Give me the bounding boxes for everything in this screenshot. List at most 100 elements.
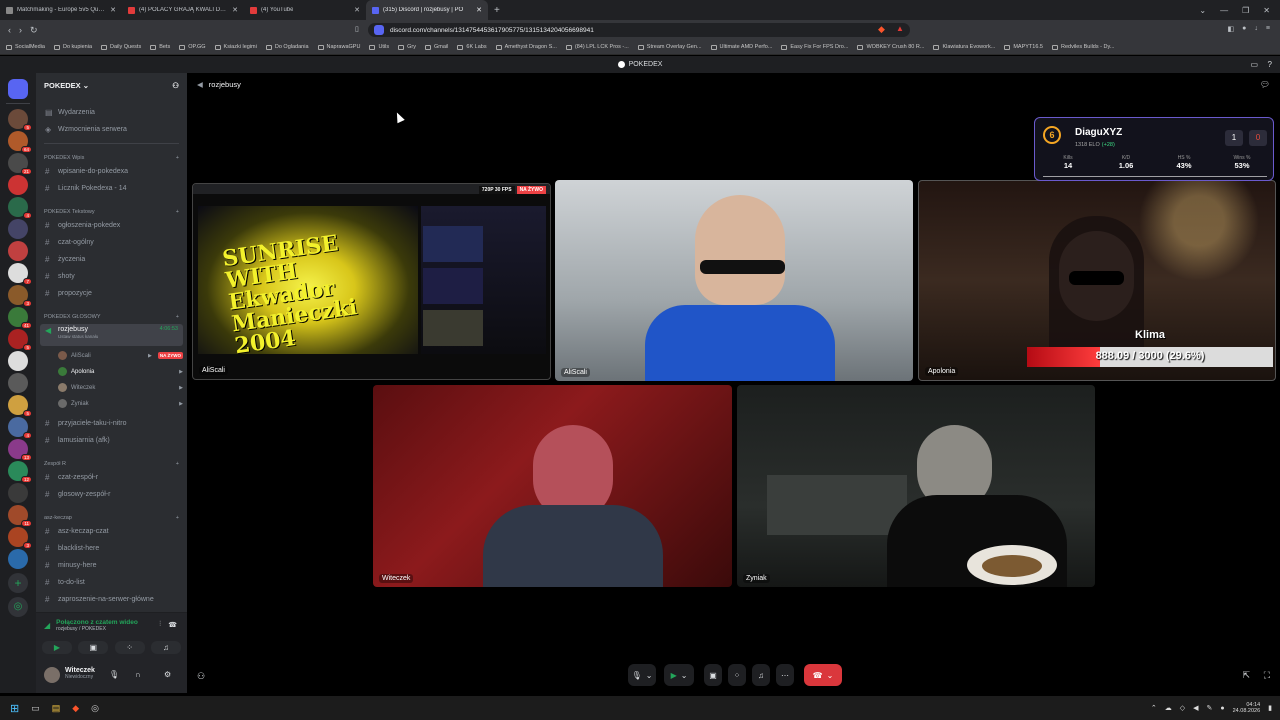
add-server-icon[interactable]: + xyxy=(8,573,28,593)
bookmark-item[interactable]: SocialMedia xyxy=(6,44,45,50)
server-icon[interactable]: 64 xyxy=(8,131,32,153)
text-channel[interactable]: # czat-ogólny xyxy=(40,235,183,250)
avatar[interactable] xyxy=(44,667,60,683)
voice-member[interactable]: Apolonia ▶ xyxy=(58,365,183,378)
add-channel-icon[interactable]: + xyxy=(176,209,179,215)
add-channel-icon[interactable]: + xyxy=(176,314,179,320)
server-icon[interactable]: 3 xyxy=(8,285,32,307)
bookmark-item[interactable]: Daily Quests xyxy=(101,44,141,50)
reload-icon[interactable]: ↻ xyxy=(30,25,38,36)
server-icon[interactable]: 4 xyxy=(8,417,32,439)
server-icon[interactable] xyxy=(8,175,28,195)
microphone-icon[interactable]: 🎙︎ xyxy=(109,670,119,679)
bookmark-item[interactable]: (84) LPL LCK Pros -... xyxy=(565,44,629,50)
minimize-button[interactable]: — xyxy=(1220,6,1228,15)
chevron-up-icon[interactable]: ⌃ xyxy=(1151,704,1157,712)
text-channel[interactable]: # wpisanie-do-pokedexa xyxy=(40,164,183,179)
chevron-down-icon[interactable]: ⌄ xyxy=(681,671,688,680)
voice-member[interactable]: AliScali ▶ NA ŻYWO xyxy=(58,349,183,362)
text-channel[interactable]: # ogłoszenia-pokedex xyxy=(40,218,183,233)
events-item[interactable]: ▤ Wydarzenia xyxy=(40,105,183,120)
bookmark-item[interactable]: Ultimate AMD Perfo... xyxy=(710,44,772,50)
windows-start-icon[interactable]: ⊞ xyxy=(10,702,19,715)
text-channel[interactable]: # lamusiarnia (afk) xyxy=(40,433,183,448)
category-header[interactable]: asz-keczap + xyxy=(44,515,179,521)
address-bar[interactable]: discord.com/channels/1314754453617905775… xyxy=(368,23,910,37)
bookmark-item[interactable]: Amethyst Dragon S... xyxy=(495,44,557,50)
screen-share-button[interactable]: ▣ xyxy=(78,641,109,654)
boosts-item[interactable]: ◈ Wzmocnienia serwera xyxy=(40,122,183,137)
server-icon[interactable] xyxy=(8,549,28,569)
server-icon[interactable]: 11 xyxy=(8,505,32,527)
camera-button[interactable]: ▶ xyxy=(42,641,72,654)
server-icon[interactable]: 7 xyxy=(8,263,32,285)
add-channel-icon[interactable]: + xyxy=(176,155,179,161)
headphones-icon[interactable]: ∩ xyxy=(135,670,141,679)
server-icon[interactable] xyxy=(8,241,28,261)
file-explorer-icon[interactable]: ▤ xyxy=(52,703,61,714)
video-tile[interactable]: Zyniak xyxy=(737,385,1095,587)
activities-button[interactable]: ⁘ xyxy=(114,641,145,654)
close-icon[interactable]: ✕ xyxy=(476,6,482,14)
category-header[interactable]: POKEDEX Tekstowy + xyxy=(44,209,179,215)
soundboard-icon[interactable]: ⚇ xyxy=(197,671,205,682)
fullscreen-icon[interactable]: ⛶ xyxy=(1264,670,1270,681)
add-channel-icon[interactable]: + xyxy=(176,515,179,521)
chevron-down-icon[interactable]: ⌄ xyxy=(827,671,834,680)
bookmark-item[interactable]: Gry xyxy=(398,44,416,50)
new-tab-button[interactable]: + xyxy=(488,5,506,16)
text-channel[interactable]: # to-do-list xyxy=(40,575,183,590)
category-header[interactable]: POKEDEX GŁOSOWY + xyxy=(44,314,179,320)
profile-icon[interactable]: ● xyxy=(1242,25,1246,33)
site-info-icon[interactable] xyxy=(374,25,384,35)
server-icon[interactable]: 5 xyxy=(8,395,32,417)
download-icon[interactable]: ↓ xyxy=(1254,25,1258,33)
text-channel[interactable]: # minusy-here xyxy=(40,558,183,573)
browser-tab-active[interactable]: (315) Discord | rozjebusy | PO ✕ xyxy=(366,0,488,20)
discord-taskbar-icon[interactable]: ◎ xyxy=(91,703,99,714)
camera-toggle[interactable]: ▶ ⌄ xyxy=(664,664,694,686)
close-icon[interactable]: ✕ xyxy=(232,6,238,14)
soundboard-button[interactable]: ♫ xyxy=(150,641,181,654)
bookmark-item[interactable]: Utils xyxy=(369,44,389,50)
close-icon[interactable]: ✕ xyxy=(354,6,360,14)
add-channel-icon[interactable]: + xyxy=(176,461,179,467)
voice-member[interactable]: Zyniak ▶ xyxy=(58,397,183,410)
window-close-button[interactable]: ✕ xyxy=(1263,6,1270,15)
server-icon[interactable] xyxy=(8,373,28,393)
pen-icon[interactable]: ✎ xyxy=(1207,704,1213,712)
maximize-button[interactable]: ❐ xyxy=(1242,6,1249,15)
voice-member[interactable]: Witeczek ▶ xyxy=(58,381,183,394)
bookmark-item[interactable]: NaprawaGPU xyxy=(317,44,360,50)
signal-icon[interactable]: ◢ xyxy=(44,621,50,630)
category-header[interactable]: POKEDEX Wpis + xyxy=(44,155,179,161)
server-icon[interactable]: 13 xyxy=(8,439,32,461)
text-channel[interactable]: # Licznik Pokedexa - 14 xyxy=(40,181,183,196)
browser-tab[interactable]: Matchmaking - Europe 5v5 Queue ✕ xyxy=(0,0,122,20)
noise-suppression-icon[interactable]: ⫶ xyxy=(159,621,161,629)
bookmark-item[interactable]: Do Ogladania xyxy=(265,44,309,50)
server-icon[interactable] xyxy=(8,351,28,371)
bookmark-item[interactable]: Stream Overlay Gen... xyxy=(637,44,702,50)
settings-gear-icon[interactable]: ⚙ xyxy=(164,670,171,679)
add-member-icon[interactable]: ⚇ xyxy=(172,81,179,90)
chevron-down-icon[interactable]: ⌄ xyxy=(646,671,653,680)
bookmark-item[interactable]: Klawiatura Evowork... xyxy=(933,44,995,50)
bookmark-item[interactable]: Bets xyxy=(150,44,170,50)
server-icon[interactable]: 21 xyxy=(8,153,32,175)
help-icon[interactable]: ? xyxy=(1268,60,1272,69)
browser-tab[interactable]: (4) YouTube ✕ xyxy=(244,0,366,20)
disconnect-icon[interactable]: ☎ xyxy=(168,621,177,629)
forward-icon[interactable]: › xyxy=(19,25,22,36)
video-tile[interactable]: Witeczek xyxy=(373,385,732,587)
text-channel[interactable]: # życzenia xyxy=(40,252,183,267)
popout-icon[interactable]: ⇱ xyxy=(1242,670,1250,681)
inbox-icon[interactable]: ▭ xyxy=(1250,60,1258,69)
network-icon[interactable]: ◇ xyxy=(1180,704,1185,712)
close-icon[interactable]: ✕ xyxy=(110,6,116,14)
text-channel[interactable]: # shoty xyxy=(40,269,183,284)
brave-shield-icon[interactable]: ◆ xyxy=(878,24,885,35)
server-icon[interactable] xyxy=(8,483,28,503)
text-channel[interactable]: # przyjaciele-taku-i-nitro xyxy=(40,416,183,431)
microphone-toggle[interactable]: 🎙︎ ⌄ xyxy=(628,664,656,686)
